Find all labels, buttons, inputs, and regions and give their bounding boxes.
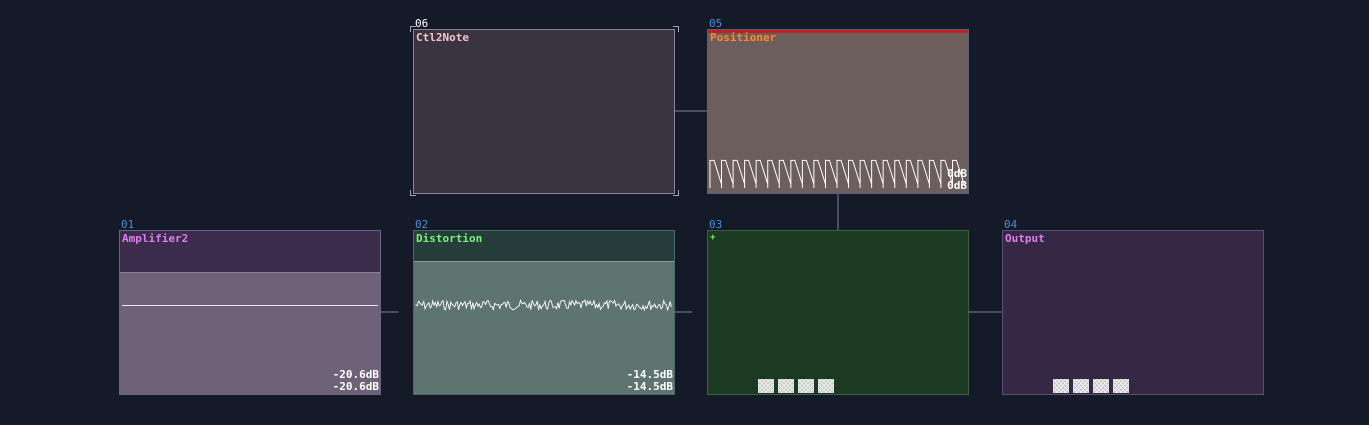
module-ctl2note[interactable]: Ctl2Note — [413, 29, 675, 194]
level-readout-bottom: 0dB — [947, 179, 967, 192]
pattern-indicators — [1053, 379, 1129, 393]
module-title: Output — [1005, 232, 1045, 245]
module-index: 05 — [709, 17, 723, 30]
selection-handle[interactable] — [410, 26, 416, 32]
pattern-indicator — [758, 379, 774, 393]
module-graph-canvas[interactable]: 06 Ctl2Note 05 Positioner 0dB 0dB 01 Amp… — [0, 0, 1369, 425]
module-index: 02 — [415, 218, 429, 231]
pattern-indicator — [1073, 379, 1089, 393]
level-readout-bottom: -20.6dB — [332, 380, 379, 393]
pattern-indicator — [778, 379, 794, 393]
module-index: 01 — [121, 218, 135, 231]
pattern-indicator — [1113, 379, 1129, 393]
pattern-indicators — [758, 379, 834, 393]
module-title: Positioner — [710, 31, 777, 44]
pattern-indicator — [798, 379, 814, 393]
module-positioner[interactable]: Positioner 0dB 0dB — [707, 29, 969, 194]
module-distortion[interactable]: Distortion -14.5dB -14.5dB — [413, 230, 675, 395]
module-index: 03 — [709, 218, 723, 231]
module-title: Distortion — [416, 232, 483, 245]
pattern-indicator — [1093, 379, 1109, 393]
selection-handle[interactable] — [673, 26, 679, 32]
module-title: Ctl2Note — [416, 31, 469, 44]
sawtooth-waveform — [709, 159, 965, 189]
level-readout-bottom: -14.5dB — [626, 380, 673, 393]
module-output[interactable]: Output — [1002, 230, 1264, 395]
selection-handle[interactable] — [673, 190, 679, 196]
signal-line — [122, 305, 378, 306]
selection-handle[interactable] — [410, 190, 416, 196]
module-mixer[interactable]: + — [707, 230, 969, 395]
module-index: 04 — [1004, 218, 1018, 231]
module-amplifier[interactable]: Amplifier2 -20.6dB -20.6dB — [119, 230, 381, 395]
module-index: 06 — [415, 17, 429, 30]
pattern-indicator — [1053, 379, 1069, 393]
pattern-indicator — [818, 379, 834, 393]
module-title: Amplifier2 — [122, 232, 189, 245]
module-title: + — [710, 233, 716, 243]
